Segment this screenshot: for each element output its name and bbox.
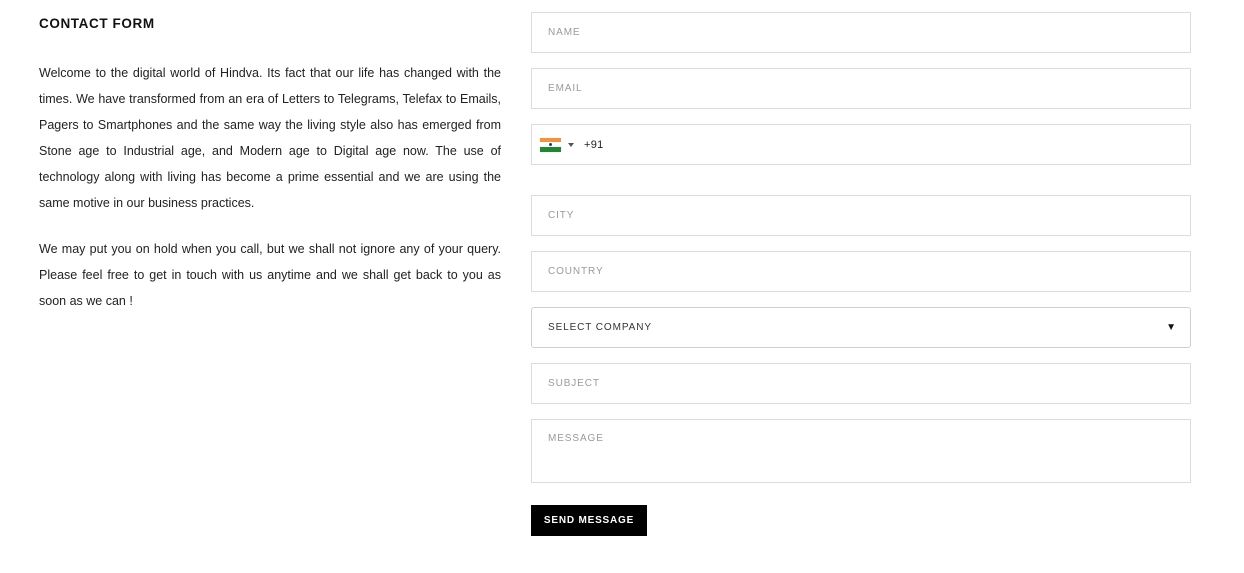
message-field[interactable] [531,419,1191,483]
phone-field[interactable]: +91 [531,124,1191,165]
contact-intro: CONTACT FORM Welcome to the digital worl… [39,14,501,334]
page-title: CONTACT FORM [39,16,155,31]
name-field[interactable] [531,12,1191,53]
intro-paragraph-1: Welcome to the digital world of Hindva. … [39,66,501,210]
city-field[interactable] [531,195,1191,236]
dial-code: +91 [584,138,604,151]
intro-paragraph-2: We may put you on hold when you call, bu… [39,242,501,308]
company-select[interactable]: SELECT COMPANY ▼ [531,307,1191,348]
chevron-down-icon[interactable] [568,142,574,147]
subject-field[interactable] [531,363,1191,404]
email-field[interactable] [531,68,1191,109]
india-flag-icon[interactable] [540,137,561,152]
triangle-down-icon: ▼ [1166,322,1176,333]
country-field[interactable] [531,251,1191,292]
send-message-button[interactable]: SEND MESSAGE [531,505,647,536]
company-select-value: SELECT COMPANY [548,322,652,333]
